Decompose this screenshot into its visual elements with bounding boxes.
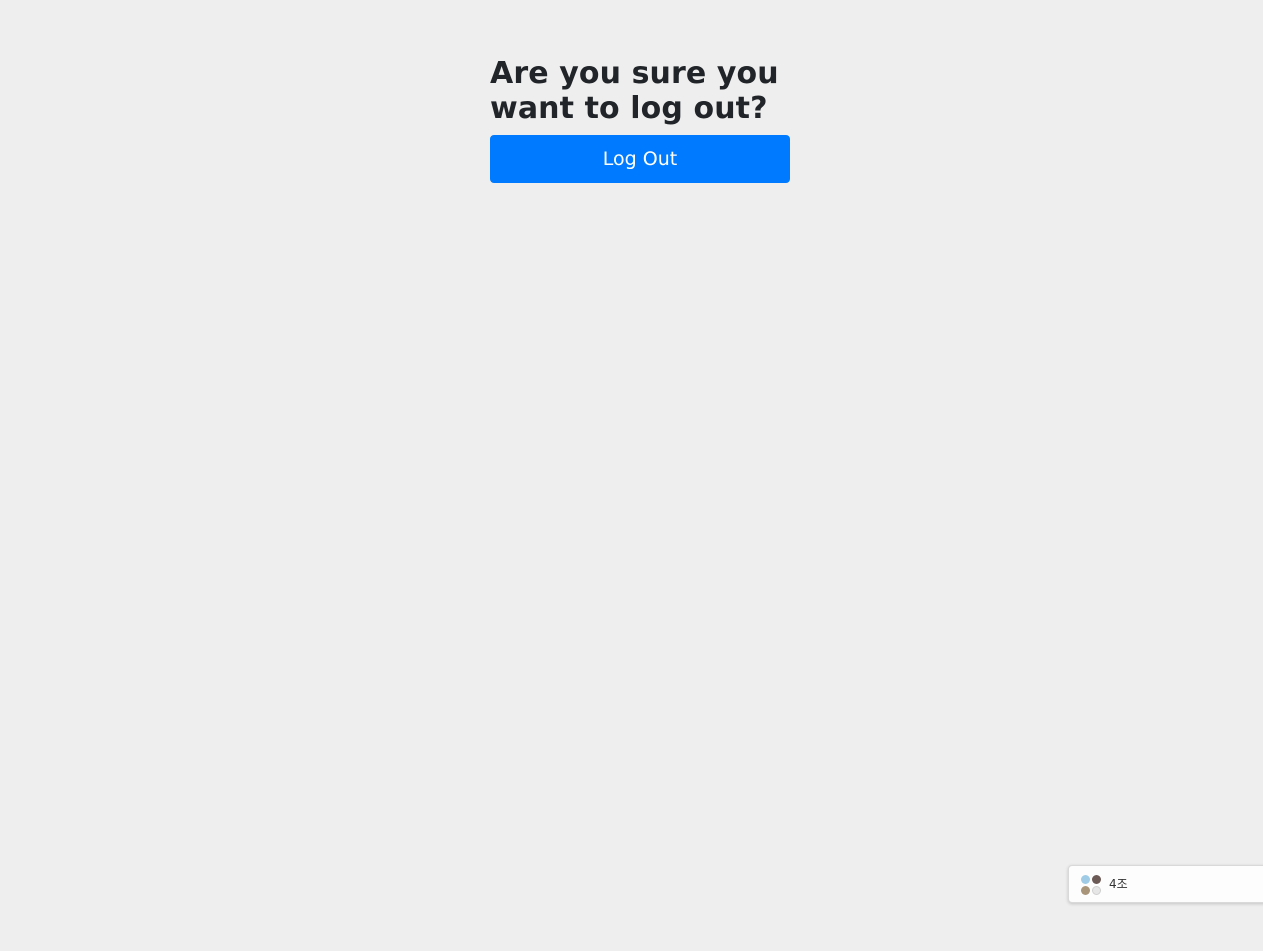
logout-confirmation-title: Are you sure you want to log out? [490,56,779,126]
member-avatar [1092,875,1101,884]
group-avatar-icon [1081,875,1102,896]
member-avatar [1081,875,1090,884]
group-name-label: 4조 [1109,877,1128,891]
logout-button[interactable]: Log Out [490,135,790,183]
member-avatar [1092,886,1101,895]
logout-panel: Are you sure you want to log out? Log Ou… [490,56,790,183]
group-chat-widget[interactable]: 4조 [1068,865,1263,903]
member-avatar [1081,886,1090,895]
